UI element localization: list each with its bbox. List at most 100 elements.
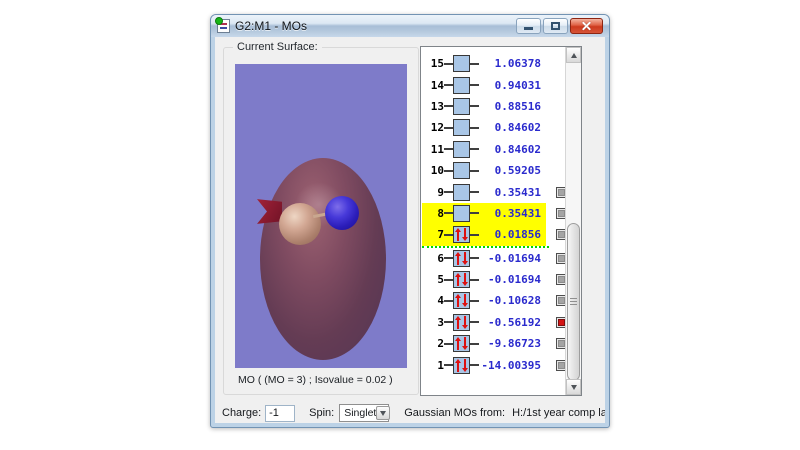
level-tick-right	[470, 257, 479, 260]
dialog-body: Current Surface: MO ( (MO = 3) ; Isovalu…	[215, 37, 605, 423]
current-surface-group: Current Surface: MO ( (MO = 3) ; Isovalu…	[223, 41, 419, 395]
charge-input[interactable]	[265, 404, 296, 422]
mo-row-9: 9 0.35431	[422, 181, 567, 202]
mo-level-box[interactable]	[453, 183, 470, 201]
maximize-button[interactable]	[543, 18, 568, 34]
minimize-button[interactable]	[516, 18, 541, 34]
mo-list-scrollbar[interactable]	[565, 47, 581, 395]
scrollbar-thumb[interactable]	[567, 223, 580, 381]
spin-down-arrow-icon	[462, 337, 469, 350]
level-tick-left	[444, 105, 453, 108]
mo-level-14[interactable]: 14 0.94031	[422, 74, 546, 95]
mo-number: 14	[430, 78, 444, 92]
mo-level-box[interactable]	[453, 292, 470, 310]
mo-row-15: 15 1.06378	[422, 53, 564, 74]
mo-energy: -0.01694	[488, 273, 541, 287]
mo-number: 4	[437, 294, 444, 308]
mo-row-4: 4 -0.10628	[422, 290, 567, 311]
minimize-icon	[524, 27, 533, 30]
mo-rows: 15 1.06378 14 0.94031 13 0.88516 12 0.84…	[422, 47, 567, 394]
mo-level-box[interactable]	[453, 271, 470, 289]
spin-up-arrow-icon	[455, 294, 462, 308]
mo-level-box[interactable]	[453, 249, 470, 267]
spin-down-arrow-icon	[462, 273, 469, 286]
mo-level-box[interactable]	[453, 97, 470, 115]
mo-level-4[interactable]: 4 -0.10628	[422, 290, 546, 311]
titlebar[interactable]: G2:M1 - MOs	[211, 15, 609, 37]
mo-level-1[interactable]: 1 -14.00395	[422, 354, 546, 375]
mo-level-10[interactable]: 10 0.59205	[422, 160, 546, 181]
level-tick-right	[470, 126, 479, 129]
level-tick-left	[444, 212, 453, 215]
mo-level-box[interactable]	[453, 335, 470, 353]
scroll-down-button[interactable]	[566, 379, 581, 395]
mo-level-box[interactable]	[453, 226, 470, 244]
level-tick-right	[470, 364, 479, 367]
level-tick-left	[444, 126, 453, 129]
mo-level-2[interactable]: 2 -9.86723	[422, 333, 546, 354]
level-tick-right	[470, 191, 479, 194]
scroll-up-button[interactable]	[566, 47, 581, 63]
mo-row-11: 11 0.84602	[422, 139, 564, 160]
mo-energy: 0.84602	[494, 142, 541, 156]
mo-level-box[interactable]	[453, 140, 470, 158]
mo-level-12[interactable]: 12 0.84602	[422, 117, 546, 138]
mo-level-11[interactable]: 11 0.84602	[422, 139, 546, 160]
mo-level-9[interactable]: 9 0.35431	[422, 181, 546, 202]
mo-row-8: 8 0.35431	[422, 202, 567, 225]
mo-level-15[interactable]: 15 1.06378	[422, 53, 546, 74]
mo-number: 5	[437, 273, 444, 287]
molecule-viewport[interactable]	[235, 64, 407, 368]
left-atom	[279, 203, 321, 245]
spin-dropdown[interactable]: Singlet	[339, 404, 391, 422]
mo-row-2: 2 -9.86723	[422, 333, 567, 354]
mos-dialog-window: G2:M1 - MOs Current Surface: MO ( (MO = …	[210, 14, 610, 428]
mo-isosurface	[260, 158, 386, 360]
mo-number: 12	[430, 121, 444, 135]
level-tick-left	[444, 191, 453, 194]
spin-up-arrow-icon	[455, 228, 462, 242]
mo-level-3[interactable]: 3 -0.56192	[422, 312, 546, 333]
mo-number: 8	[437, 206, 444, 220]
spin-down-arrow-icon	[462, 252, 469, 265]
spin-down-arrow-icon	[462, 359, 469, 372]
mo-level-box[interactable]	[453, 119, 470, 137]
level-tick-right	[470, 169, 479, 172]
spin-label: Spin:	[309, 407, 335, 419]
mo-level-box[interactable]	[453, 76, 470, 94]
level-tick-left	[444, 169, 453, 172]
level-tick-right	[470, 84, 479, 87]
scrollbar-grip-icon	[570, 298, 577, 306]
mo-list-panel: 15 1.06378 14 0.94031 13 0.88516 12 0.84…	[420, 46, 582, 396]
mo-level-8-selected[interactable]: 8 0.35431	[422, 202, 546, 225]
mo-energy: -0.10628	[488, 294, 541, 308]
mo-level-box[interactable]	[453, 313, 470, 331]
mo-energy: 0.59205	[494, 164, 541, 178]
mo-level-box[interactable]	[453, 204, 470, 222]
mo-level-6[interactable]: 6 -0.01694	[422, 248, 546, 269]
close-icon	[581, 21, 592, 32]
level-tick-left	[444, 342, 453, 345]
spin-up-arrow-icon	[455, 273, 462, 287]
mo-energy: -0.01694	[488, 251, 541, 265]
level-tick-left	[444, 148, 453, 151]
mo-energy: 1.06378	[494, 57, 541, 71]
mo-level-13[interactable]: 13 0.88516	[422, 96, 546, 117]
mo-level-box[interactable]	[453, 162, 470, 180]
mo-level-7-selected[interactable]: 7 0.01856	[422, 224, 546, 246]
level-tick-right	[470, 62, 479, 65]
mo-number: 10	[430, 164, 444, 178]
close-button[interactable]	[570, 18, 603, 34]
dropdown-arrow-icon	[380, 410, 387, 416]
mo-number: 13	[430, 99, 444, 113]
mo-level-box[interactable]	[453, 55, 470, 73]
mo-number: 11	[430, 142, 444, 156]
spin-dropdown-button[interactable]	[376, 406, 391, 420]
mo-energy: 0.94031	[494, 78, 541, 92]
current-surface-label: Current Surface:	[233, 41, 322, 53]
mo-number: 9	[437, 185, 444, 199]
mo-level-box[interactable]	[453, 356, 470, 374]
mo-number: 15	[430, 57, 444, 71]
mo-level-5[interactable]: 5 -0.01694	[422, 269, 546, 290]
level-tick-left	[444, 364, 453, 367]
